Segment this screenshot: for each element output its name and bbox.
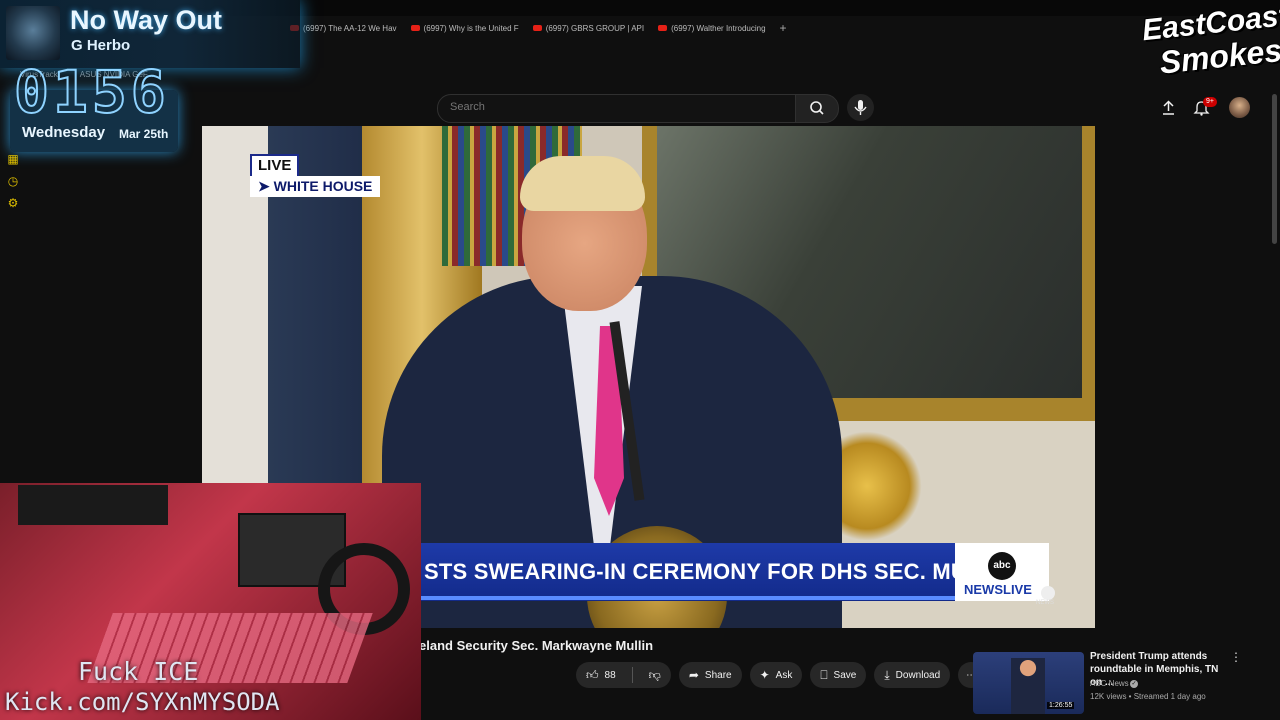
browser-tab[interactable]: (6997) Walther Introducing — [658, 23, 766, 33]
recommended-meta: 12K views • Streamed 1 day ago — [1090, 692, 1206, 701]
search-button[interactable] — [795, 94, 839, 123]
search-box[interactable] — [437, 94, 797, 123]
page-scrollbar[interactable] — [1272, 94, 1277, 244]
download-label: Download — [895, 669, 941, 681]
share-button[interactable]: ➦ Share — [678, 662, 742, 688]
microphone-icon — [854, 100, 867, 115]
recommended-thumbnail[interactable]: 1:26:55 — [973, 652, 1084, 714]
save-button[interactable]: ⎕ Save — [810, 662, 867, 688]
ask-button[interactable]: ✦ Ask — [749, 662, 803, 688]
lower-third-stripe — [420, 596, 955, 600]
album-art — [6, 6, 60, 60]
youtube-favicon-icon — [532, 25, 542, 31]
abc-logo: abc — [988, 552, 1016, 580]
clock-icon[interactable]: ◷ — [6, 174, 20, 188]
browser-tab-label: (6997) Walther Introducing — [671, 23, 766, 33]
save-label: Save — [833, 669, 857, 681]
share-label: Share — [704, 669, 732, 681]
like-divider — [631, 667, 633, 683]
more-vertical-icon[interactable]: ⋮ — [1230, 650, 1242, 664]
video-actions: 👍︎ 88 👎︎ ➦ Share ✦ Ask ⎕ Save ⤓ Download ⋯ — [576, 662, 985, 688]
brand-logo: EastCoast Smokes — [1135, 0, 1280, 86]
recommended-channel[interactable]: ABC News — [1090, 679, 1129, 688]
thumbs-up-icon: 👍︎ — [586, 667, 599, 682]
notification-badge: 9+ — [1203, 97, 1217, 107]
abc-news-bug-label: NEWS — [1036, 600, 1054, 606]
grid-icon[interactable]: ▦ — [6, 152, 20, 166]
youtube-favicon-icon — [410, 25, 420, 31]
abc-news-corner-bug: NEWS — [1036, 586, 1062, 612]
verified-check-icon: ✓ — [1130, 680, 1138, 688]
now-playing-artist: G Herbo — [71, 37, 131, 54]
browser-tab-label: (6997) GBRS GROUP | API — [545, 23, 645, 33]
like-dislike-group: 👍︎ 88 👎︎ — [576, 662, 671, 688]
browser-tab-label: (6997) The AA-12 We Hav — [303, 23, 397, 33]
like-count: 88 — [604, 669, 616, 681]
webcam-caption-line1: Fuck ICE — [78, 657, 199, 686]
browser-tab[interactable]: (6997) Why is the United F — [410, 23, 519, 33]
location-tag: ➤ WHITE HOUSE — [250, 176, 381, 197]
video-speaker-hair — [520, 156, 645, 211]
video-title: eland Security Sec. Markwayne Mullin — [419, 638, 654, 653]
dislike-button[interactable]: 👎︎ — [639, 668, 671, 683]
youtube-favicon-icon — [658, 25, 668, 31]
ask-label: Ask — [775, 669, 793, 681]
thumbnail-person — [1011, 658, 1045, 714]
webcam-monitor-left — [18, 485, 168, 525]
like-button[interactable]: 👍︎ 88 — [576, 662, 626, 688]
browser-tab[interactable]: (6997) GBRS GROUP | API — [532, 23, 645, 33]
share-icon: ➦ — [688, 668, 699, 682]
download-icon: ⤓ — [884, 667, 890, 682]
browser-tab[interactable]: (6997) The AA-12 We Hav — [290, 24, 397, 33]
live-tag: LIVE — [250, 154, 300, 178]
clock-date: Mar 25th — [119, 127, 169, 141]
sparkle-icon: ✦ — [759, 668, 770, 682]
webcam-overlay: Fuck ICE Kick.com/SYXnMYSODA — [0, 483, 421, 720]
lower-third-headline: STS SWEARING-IN CEREMONY FOR DHS SEC. MU… — [424, 559, 1017, 584]
browser-tab-row: (6997) The AA-12 We Hav (6997) Why is th… — [290, 18, 787, 38]
create-button[interactable] — [1160, 99, 1177, 116]
gear-icon[interactable]: ⚙ — [6, 196, 20, 210]
video-duration-badge: 1:26:55 — [1047, 702, 1075, 709]
search-input[interactable] — [448, 100, 752, 114]
clock-time: 0156 — [13, 57, 170, 127]
search-icon — [810, 101, 824, 115]
new-tab-icon[interactable]: + — [780, 21, 787, 35]
avatar[interactable] — [1229, 97, 1250, 118]
upload-icon — [1163, 100, 1174, 115]
side-icon-column: ▦ ◷ ⚙ — [6, 152, 20, 210]
thumbs-down-icon: 👎︎ — [648, 667, 661, 682]
webcam-caption-line2: Kick.com/SYXnMYSODA — [5, 688, 280, 716]
voice-search-button[interactable] — [847, 94, 874, 121]
download-button[interactable]: ⤓ Download — [874, 662, 951, 688]
now-playing-title: No Way Out — [70, 5, 222, 35]
network-label: NEWSLIVE — [964, 582, 1032, 597]
clock-day: Wednesday — [22, 124, 106, 141]
browser-tab-label: (6997) Why is the United F — [423, 23, 519, 33]
bookmark-icon: ⎕ — [820, 667, 828, 682]
abc-news-bug-icon — [1041, 586, 1055, 600]
